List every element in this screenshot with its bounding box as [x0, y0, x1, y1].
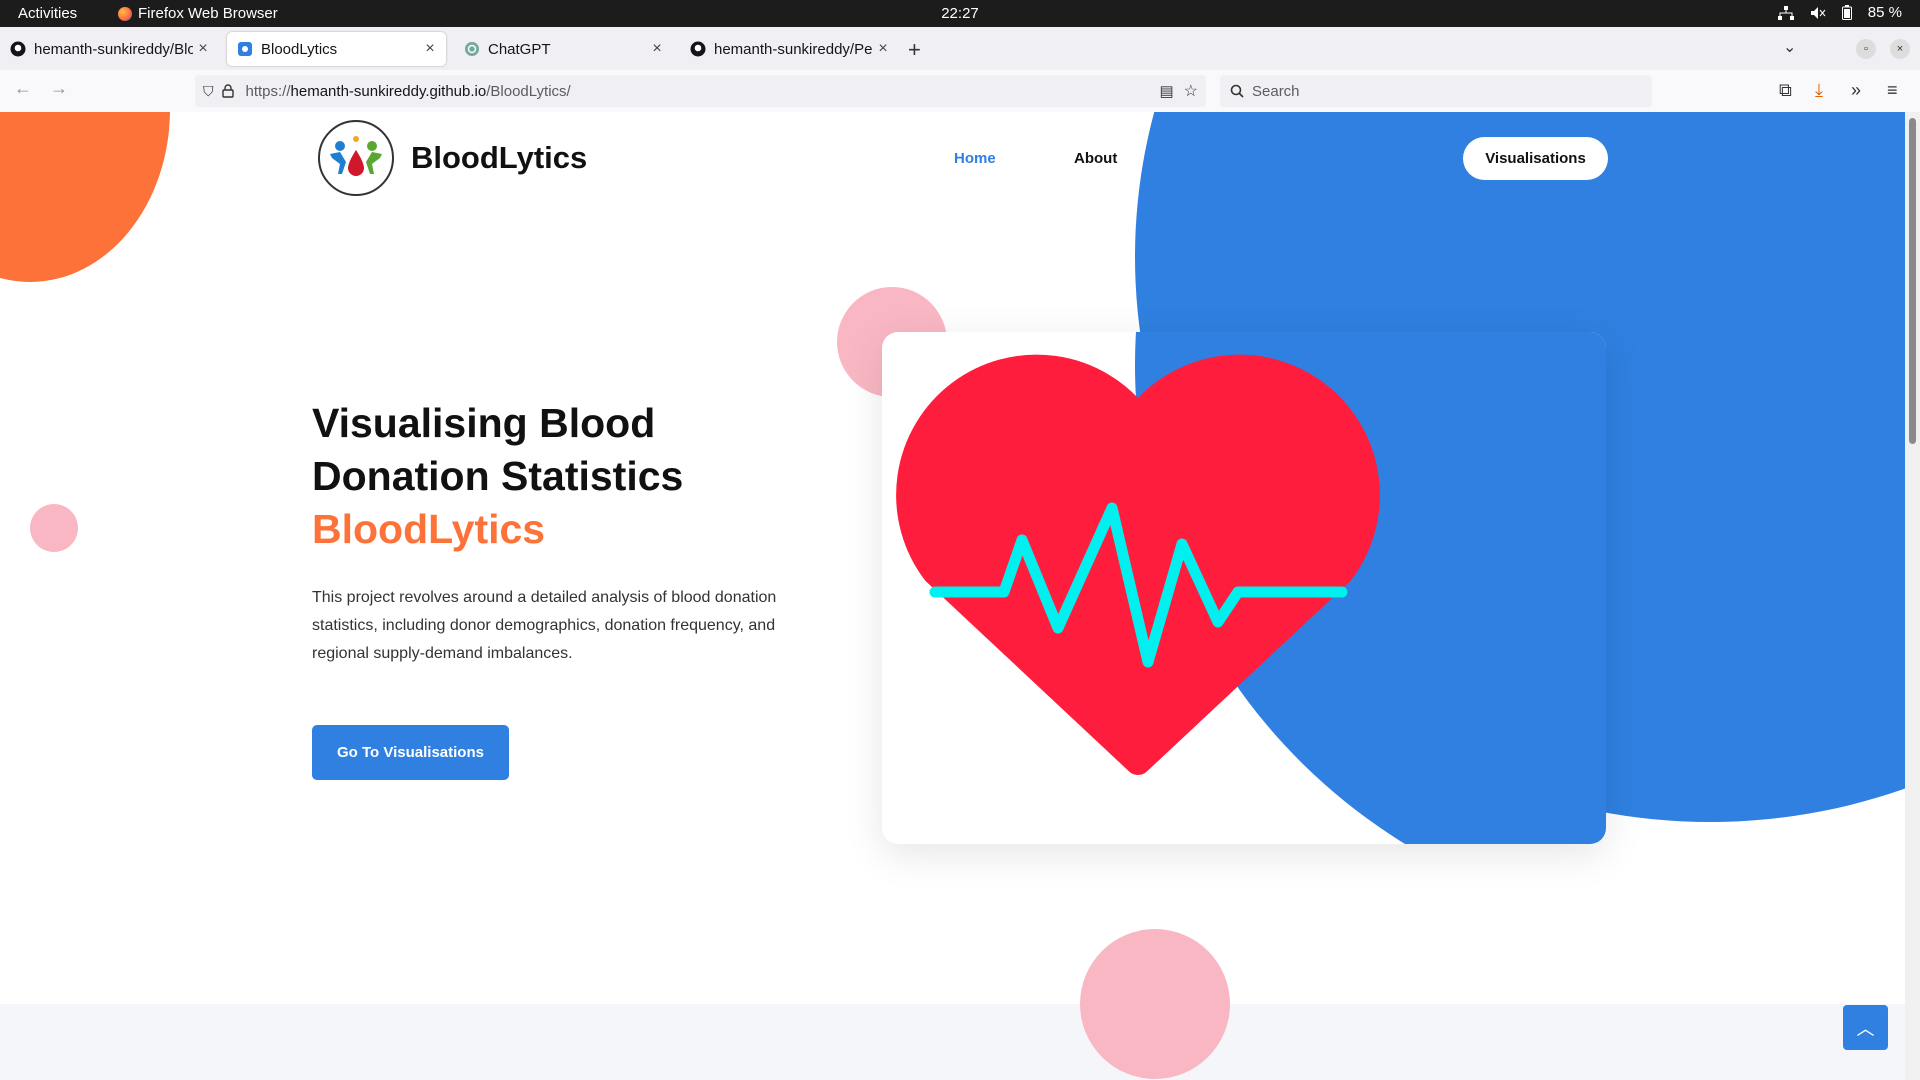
new-tab-plus-icon[interactable]: +	[908, 37, 921, 63]
url-scheme: https://	[245, 82, 291, 100]
hamburger-menu-icon[interactable]: ≡	[1887, 80, 1898, 101]
chevron-up-icon: ︿	[1856, 1018, 1875, 1039]
site-logo[interactable]	[318, 120, 394, 196]
search-placeholder: Search	[1252, 82, 1300, 100]
hero-image-card	[882, 332, 1606, 844]
github-icon	[690, 41, 706, 57]
chevron-down-icon[interactable]: ⌄	[1783, 37, 1796, 57]
nav-about-link[interactable]: About	[1074, 150, 1117, 167]
address-bar[interactable]: ⛉ https://hemanth-sunkireddy.github.io/B…	[195, 75, 1206, 107]
heartbeat-heart-icon	[896, 354, 1380, 775]
tab-bloodlytics[interactable]: BloodLytics ×	[227, 32, 446, 66]
back-to-top-button[interactable]: ︿	[1843, 1005, 1888, 1050]
tab-label: hemanth-sunkireddy/Per	[714, 40, 873, 58]
tab-label: ChatGPT	[488, 40, 551, 58]
decor-pink-dot	[30, 504, 78, 552]
battery-percent: 85 %	[1867, 4, 1902, 21]
close-icon[interactable]: ×	[647, 40, 667, 58]
forward-arrow-icon[interactable]: →	[50, 78, 68, 99]
page-viewport: BloodLytics Home About Visualisations Vi…	[0, 112, 1905, 1080]
close-icon[interactable]: ×	[873, 40, 893, 58]
hero-description: This project revolves around a detailed …	[312, 589, 777, 662]
tab-label: hemanth-sunkireddy/Blo	[34, 40, 193, 58]
url-path: /BloodLytics/	[486, 82, 571, 100]
close-window-icon[interactable]: ×	[1890, 39, 1910, 59]
tab-github-personal[interactable]: hemanth-sunkireddy/Per ×	[680, 32, 899, 66]
next-section-band	[0, 1004, 1905, 1080]
page-scrollbar[interactable]	[1905, 112, 1920, 1080]
close-icon[interactable]: ×	[420, 40, 440, 58]
system-status-area[interactable]: 85 %	[1777, 4, 1902, 21]
network-icon	[1777, 5, 1794, 20]
chatgpt-icon	[464, 41, 480, 57]
search-icon	[1230, 84, 1244, 98]
decor-pink-dot	[1080, 929, 1230, 1079]
nav-home-link[interactable]: Home	[954, 150, 996, 167]
tab-strip: hemanth-sunkireddy/Blo × BloodLytics × C…	[0, 27, 1920, 70]
nav-visualisations-button[interactable]: Visualisations	[1463, 137, 1608, 180]
more-tools-chevron-icon[interactable]: »	[1851, 80, 1861, 101]
hero-title: Visualising Blood Donation Statistics	[312, 400, 684, 499]
hero-brand: BloodLytics	[312, 506, 546, 552]
scrollbar-thumb[interactable]	[1909, 118, 1916, 444]
extensions-puzzle-icon[interactable]: ⧉	[1779, 80, 1792, 101]
search-input[interactable]: Search	[1220, 75, 1652, 107]
lock-icon[interactable]	[221, 84, 234, 98]
github-icon	[10, 41, 26, 57]
site-brand[interactable]: BloodLytics	[411, 140, 587, 176]
reader-view-icon[interactable]: ▤	[1159, 82, 1173, 100]
restore-window-icon[interactable]: ▫	[1856, 39, 1876, 59]
nav-toolbar: ← → ⛉ https://hemanth-sunkireddy.github.…	[0, 70, 1920, 113]
decor-orange-blob	[0, 112, 170, 282]
url-host: hemanth-sunkireddy.github.io	[290, 82, 487, 100]
tab-chatgpt[interactable]: ChatGPT ×	[454, 32, 673, 66]
shield-icon[interactable]: ⛉	[203, 83, 214, 100]
close-icon[interactable]: ×	[193, 40, 213, 58]
go-to-visualisations-button[interactable]: Go To Visualisations	[312, 725, 509, 780]
tab-label: BloodLytics	[261, 40, 338, 58]
clock[interactable]: 22:27	[0, 5, 1920, 22]
bookmark-star-icon[interactable]: ☆	[1184, 81, 1198, 101]
volume-muted-icon	[1810, 6, 1826, 19]
tab-github-bloodlytics[interactable]: hemanth-sunkireddy/Blo ×	[0, 32, 219, 66]
back-arrow-icon[interactable]: ←	[14, 78, 32, 99]
site-icon	[237, 41, 253, 57]
blood-drop-people-icon	[330, 136, 382, 176]
battery-icon	[1841, 5, 1852, 20]
downloads-icon[interactable]: ⤓	[1815, 80, 1823, 101]
system-top-bar: Activities Firefox Web Browser 22:27 85 …	[0, 0, 1920, 27]
